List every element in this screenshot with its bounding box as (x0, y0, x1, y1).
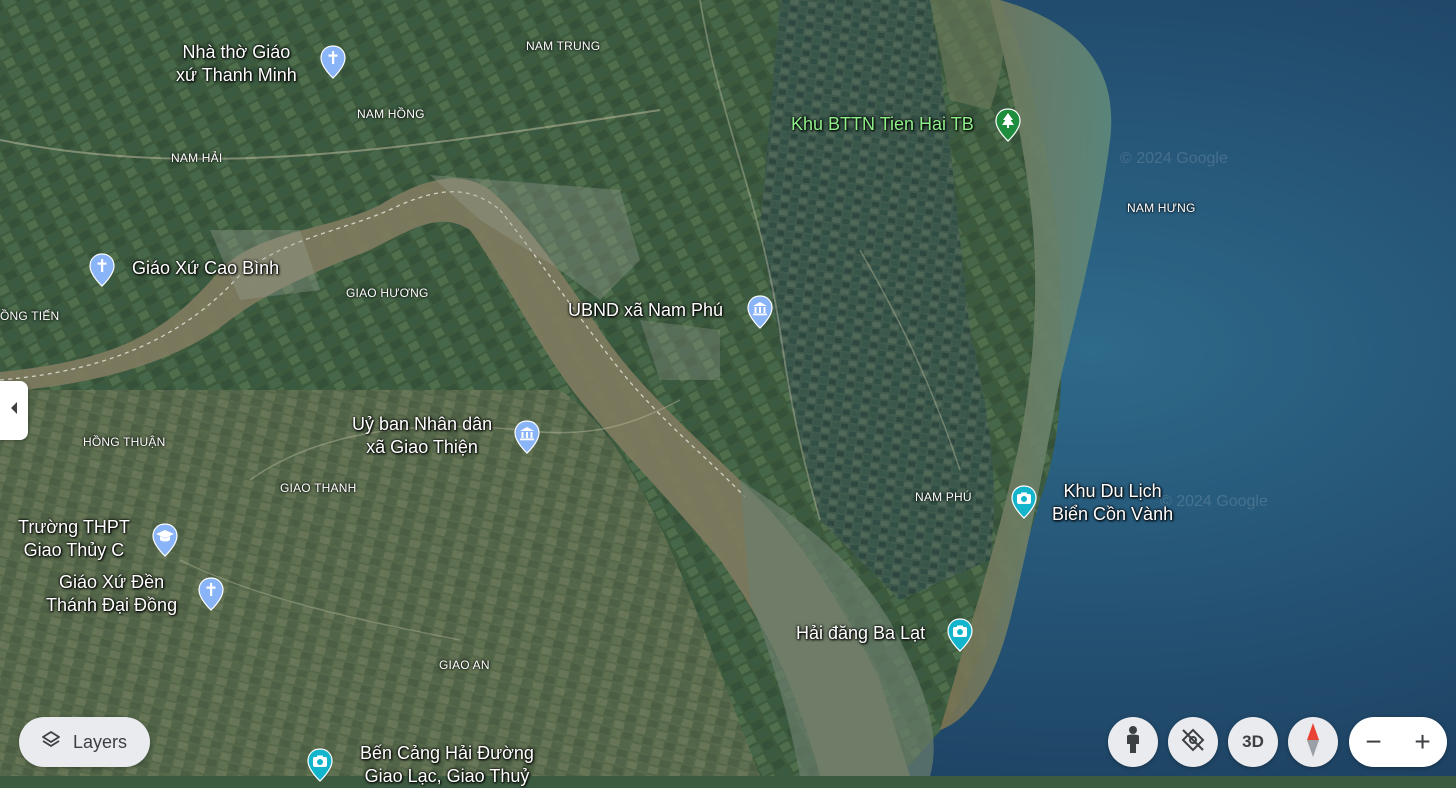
church-icon[interactable] (319, 45, 347, 79)
copyright-watermark: © 2024 Google (1160, 493, 1268, 510)
place-label-ben-cang[interactable]: Bến Cảng Hải Đường Giao Lạc, Giao Thuỷ (360, 742, 534, 788)
place-label-cao-binh[interactable]: Giáo Xứ Cao Bình (132, 257, 279, 280)
area-label: NAM TRUNG (526, 39, 601, 53)
area-label: NAM PHÚ (915, 490, 972, 504)
camera-icon[interactable] (306, 748, 334, 782)
layers-button[interactable]: Layers (19, 717, 150, 767)
tilt-toggle-button[interactable] (1168, 717, 1218, 767)
area-label: NAM HƯNG (1127, 201, 1196, 215)
tilt-off-icon (1179, 726, 1207, 759)
satellite-map[interactable] (0, 0, 1456, 776)
place-label-giao-xu-den[interactable]: Giáo Xứ Đền Thánh Đại Đồng (46, 571, 177, 617)
street-view-pegman-button[interactable] (1108, 717, 1158, 767)
3d-toggle-button[interactable]: 3D (1228, 717, 1278, 767)
layers-label: Layers (73, 731, 128, 752)
copyright-watermark: © 2024 Google (1120, 150, 1228, 167)
place-label-ubnd-nam-phu[interactable]: UBND xã Nam Phú (568, 299, 723, 322)
camera-icon[interactable] (946, 618, 974, 652)
camera-icon[interactable] (1010, 485, 1038, 519)
area-label: GIAO AN (439, 658, 490, 672)
church-icon[interactable] (88, 253, 116, 287)
government-building-icon[interactable] (513, 420, 541, 454)
government-building-icon[interactable] (746, 295, 774, 329)
chevron-left-icon (9, 401, 19, 420)
place-label-uy-ban-giao-thien[interactable]: Uỷ ban Nhân dân xã Giao Thiện (352, 413, 492, 459)
place-label-nha-tho[interactable]: Nhà thờ Giáo xứ Thanh Minh (176, 41, 297, 87)
zoom-controls: − + (1349, 717, 1447, 767)
pegman-icon (1123, 725, 1143, 760)
area-label: NAM HẢI (171, 151, 223, 165)
area-label: HỒNG THUẬN (83, 435, 166, 449)
school-icon[interactable] (151, 523, 179, 557)
zoom-in-button[interactable]: + (1398, 717, 1447, 767)
compass-button[interactable] (1288, 717, 1338, 767)
area-label: GIAO HƯƠNG (346, 286, 429, 300)
place-label-hai-dang[interactable]: Hải đăng Ba Lạt (796, 622, 925, 645)
area-label: GIAO THANH (280, 481, 357, 495)
compass-icon (1305, 722, 1321, 763)
place-label-khu-bttn[interactable]: Khu BTTN Tien Hai TB (791, 113, 974, 136)
park-tree-icon[interactable] (994, 108, 1022, 142)
church-icon[interactable] (197, 577, 225, 611)
place-label-khu-du-lich[interactable]: Khu Du Lịch Biển Cồn Vành (1052, 480, 1173, 526)
zoom-out-button[interactable]: − (1349, 717, 1398, 767)
area-label: NAM HỒNG (357, 107, 425, 121)
place-label-truong-thpt[interactable]: Trường THPT Giao Thủy C (18, 516, 130, 562)
collapse-side-panel-button[interactable] (0, 381, 28, 440)
area-label: ỒNG TIẾN (0, 309, 60, 323)
layers-icon (41, 730, 61, 755)
